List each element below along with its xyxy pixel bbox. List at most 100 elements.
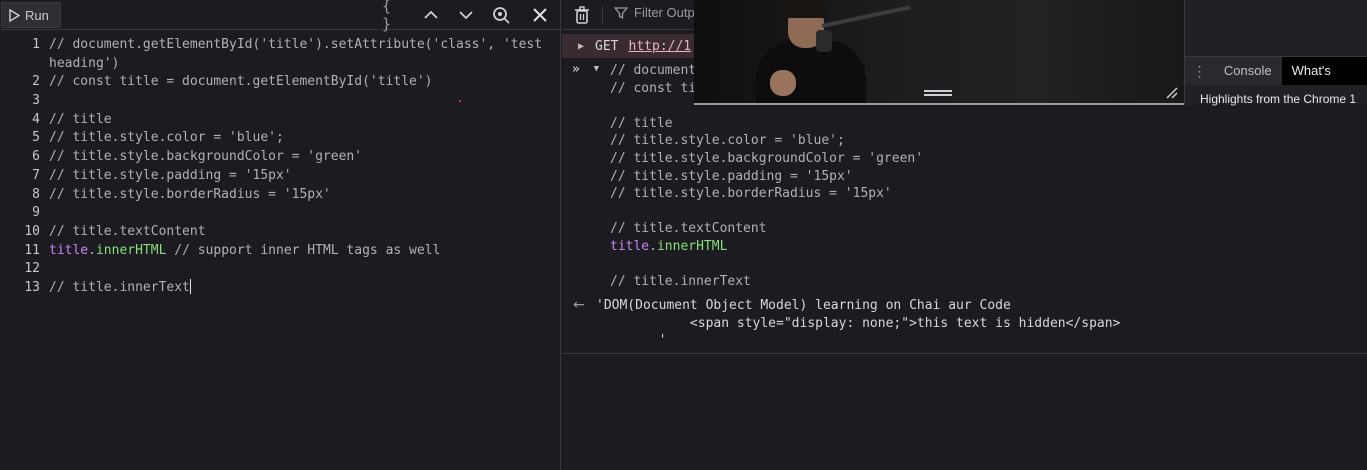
presenter-hand <box>770 70 796 96</box>
code-text: // const title = document.getElementById… <box>49 74 433 90</box>
console-line: // title <box>562 115 1367 133</box>
console-line-text: // title.style.backgroundColor = 'green' <box>610 150 924 166</box>
line-number: 4 <box>32 111 40 127</box>
code-line: 13 // title.innerText <box>0 278 561 298</box>
tab-console[interactable]: Console <box>1214 57 1282 85</box>
chevron-up-icon[interactable] <box>420 4 442 26</box>
console-line-text: // title.style.padding = '15px' <box>610 168 853 184</box>
console-line-text: // const ti <box>610 80 697 96</box>
microphone <box>816 30 832 52</box>
code-identifier: title <box>610 238 650 254</box>
code-line: 7 // title.style.padding = '15px' <box>0 167 561 186</box>
tab-whats-new[interactable]: What's New <box>1281 57 1367 106</box>
code-text: // title.textContent <box>49 223 206 239</box>
search-icon[interactable] <box>490 4 512 26</box>
text-caret <box>189 278 191 294</box>
code-text: // title.style.backgroundColor = 'green' <box>49 149 363 165</box>
line-number: 7 <box>32 167 40 183</box>
code-line: 6 // title.style.backgroundColor = 'green… <box>0 148 561 167</box>
console-line-text: title.innerHTML <box>610 238 727 256</box>
run-label: Run <box>25 7 49 23</box>
drag-handle-icon[interactable] <box>924 90 952 96</box>
code-line: 9 <box>0 204 561 223</box>
console-line: // title.style.borderRadius = '15px' <box>562 185 1367 203</box>
expand-arrow-icon[interactable]: ▶ <box>578 41 584 52</box>
request-method: GET <box>595 38 619 54</box>
console-line-text: // document <box>610 63 697 78</box>
chevron-down-icon[interactable] <box>455 4 477 26</box>
result-line: 'DOM(Document Object Model) learning on … <box>596 298 1011 313</box>
console-line-text: // title.style.borderRadius = '15px' <box>610 186 892 202</box>
code-text: // title.style.color = 'blue'; <box>49 130 284 146</box>
code-text: // title.innerText <box>49 279 190 295</box>
close-icon[interactable] <box>529 4 551 26</box>
code-comment: // support inner HTML tags as well <box>166 242 441 258</box>
line-number: 12 <box>24 261 40 277</box>
line-number: 9 <box>32 205 40 221</box>
code-dot: . <box>88 242 96 258</box>
drawer-top-panel <box>1185 0 1367 57</box>
code-line: 5 // title.style.color = 'blue'; <box>0 129 561 148</box>
pretty-print-icon[interactable]: { } <box>382 0 404 33</box>
editor-pane: Run { } 1 // document.getElementById('tit… <box>0 0 561 470</box>
console-line: // title.innerText <box>562 273 1367 291</box>
line-number: 13 <box>24 279 40 295</box>
console-line: // title.style.backgroundColor = 'green' <box>562 150 1367 168</box>
code-line: 2 // const title = document.getElementByI… <box>0 73 561 92</box>
console-line-text: // title.textContent <box>610 221 767 237</box>
video-overlay[interactable] <box>694 0 1184 105</box>
filter-output-input[interactable]: Filter Outp <box>614 5 695 20</box>
code-text: // title.style.borderRadius = '15px' <box>49 186 331 202</box>
code-line: 12 <box>0 260 561 279</box>
line-number: 5 <box>32 130 40 146</box>
filter-placeholder: Filter Outp <box>634 5 695 20</box>
presenter-body <box>756 40 866 103</box>
result-line: ' <box>596 333 667 349</box>
console-line: // title.style.padding = '15px' <box>562 168 1367 186</box>
trash-icon[interactable] <box>572 5 592 25</box>
drawer-content: Highlights from the Chrome 1 <box>1185 85 1367 106</box>
code-line: 4 // title <box>0 111 561 130</box>
code-text: title.innerHTML // support inner HTML ta… <box>49 242 440 261</box>
code-text: heading') <box>49 55 120 71</box>
toolbar-divider <box>602 6 603 24</box>
code-text: // title.style.padding = '15px' <box>49 167 292 183</box>
code-line: heading') <box>0 55 561 74</box>
code-property: innerHTML <box>656 238 728 254</box>
code-line: 11 title.innerHTML // support inner HTML … <box>0 242 561 261</box>
line-number: 11 <box>24 242 40 258</box>
console-line-text: // title.style.color = 'blue'; <box>610 133 845 149</box>
console-line-text: // title <box>610 115 673 131</box>
request-url-link[interactable]: http://1 <box>629 39 692 54</box>
editor-toolbar: Run { } <box>0 0 561 33</box>
line-number: 2 <box>32 74 40 90</box>
code-dot: . <box>649 238 657 254</box>
resize-grip-icon[interactable] <box>1164 84 1178 99</box>
more-options-icon[interactable]: ⋮ <box>1185 63 1214 80</box>
code-line: 8 // title.style.borderRadius = '15px' <box>0 186 561 205</box>
line-number: 10 <box>24 223 40 239</box>
console-line: // title.style.color = 'blue'; <box>562 132 1367 150</box>
drawer-tab-bar: ⋮ Console What's New <box>1185 57 1367 106</box>
console-line: title.innerHTML <box>562 238 1367 256</box>
code-line: 3 <box>0 92 561 111</box>
line-number: 8 <box>32 186 40 202</box>
code-line: 10 // title.textContent <box>0 223 561 242</box>
filter-icon <box>614 6 628 19</box>
code-text-with-caret: // title.innerText <box>49 278 191 298</box>
play-icon <box>9 8 20 22</box>
result-arrow-icon: ← <box>573 297 585 313</box>
code-editor[interactable]: 1 // document.getElementById('title').set… <box>0 36 561 298</box>
run-button[interactable]: Run <box>1 2 61 28</box>
code-identifier: title <box>49 242 89 258</box>
console-line: // title.textContent <box>562 220 1367 238</box>
code-line: 1 // document.getElementById('title').set… <box>0 36 561 55</box>
devtools-drawer: ⋮ Console What's New Highlights from the… <box>1184 0 1367 106</box>
decoration-dot <box>459 100 461 102</box>
presenter-hair <box>784 0 828 18</box>
code-text: // title <box>49 111 112 127</box>
console-line-text: // title.innerText <box>610 274 751 290</box>
drawer-highlight-text: Highlights from the Chrome 1 <box>1200 92 1357 106</box>
